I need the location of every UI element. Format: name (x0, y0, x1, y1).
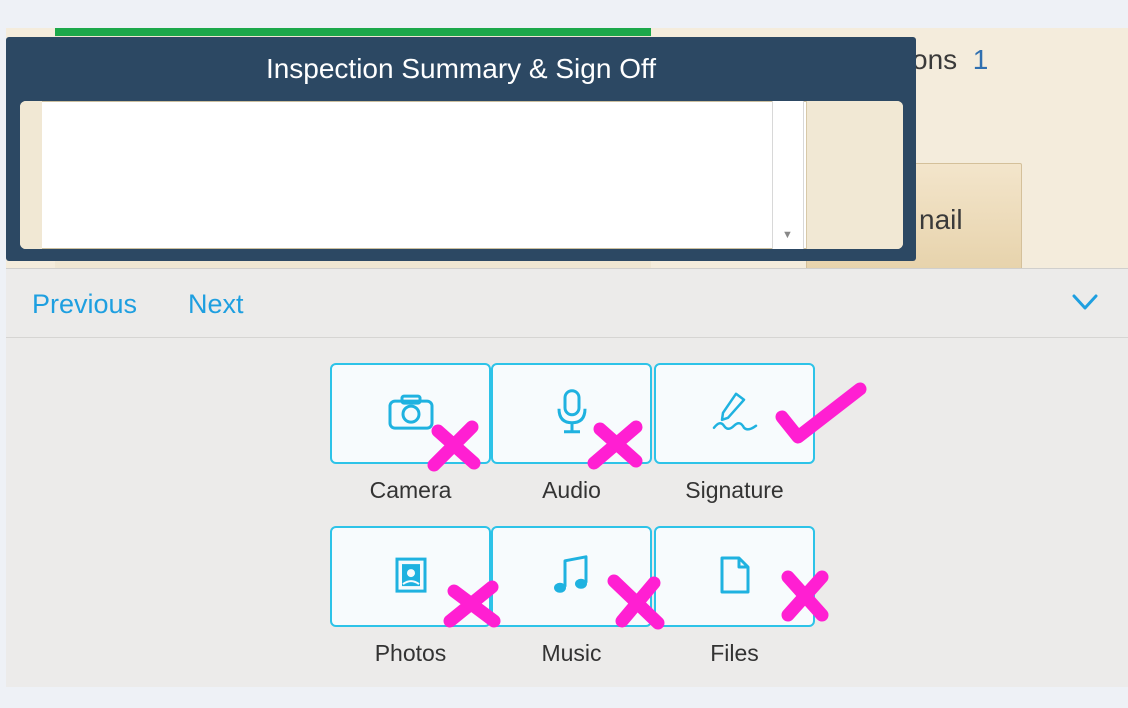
photos-button[interactable] (330, 526, 491, 627)
files-button[interactable] (654, 526, 815, 627)
background-heading: ons 1 (912, 44, 988, 76)
text-area-left-gutter (20, 101, 42, 249)
chevron-down-icon[interactable] (1070, 287, 1100, 317)
summary-text-area[interactable]: ▼ (20, 101, 903, 249)
progress-bar (55, 28, 651, 36)
music-button[interactable] (491, 526, 652, 627)
text-area-scrollbar[interactable]: ▼ (772, 101, 804, 249)
signature-pen-icon (712, 392, 757, 431)
background-heading-text: ons (912, 44, 958, 75)
camera-button[interactable] (330, 363, 491, 464)
background-count: 1 (972, 44, 989, 75)
text-area-right-panel (806, 101, 903, 249)
music-note-icon (553, 554, 587, 593)
attachment-picker: Previous Next Camera Audio Signature Pho… (6, 268, 1128, 687)
microphone-icon (557, 388, 586, 433)
scroll-down-arrow-icon[interactable]: ▼ (782, 229, 793, 241)
previous-button[interactable]: Previous (32, 289, 137, 320)
audio-button[interactable] (491, 363, 652, 464)
photos-label: Photos (374, 640, 447, 666)
signature-label: Signature (685, 477, 784, 503)
file-icon (720, 556, 749, 593)
email-button-label: nail (919, 204, 963, 235)
camera-label: Camera (369, 477, 452, 503)
signature-button[interactable] (654, 363, 815, 464)
camera-icon (388, 394, 433, 430)
inspection-summary-popover: Inspection Summary & Sign Off ▼ (6, 37, 916, 261)
audio-label: Audio (542, 477, 601, 503)
files-label: Files (710, 640, 759, 666)
next-button[interactable]: Next (188, 289, 244, 320)
photo-icon (395, 557, 426, 593)
popover-title: Inspection Summary & Sign Off (265, 53, 657, 84)
music-label: Music (541, 640, 602, 666)
input-navigation-bar: Previous Next (6, 269, 1128, 338)
